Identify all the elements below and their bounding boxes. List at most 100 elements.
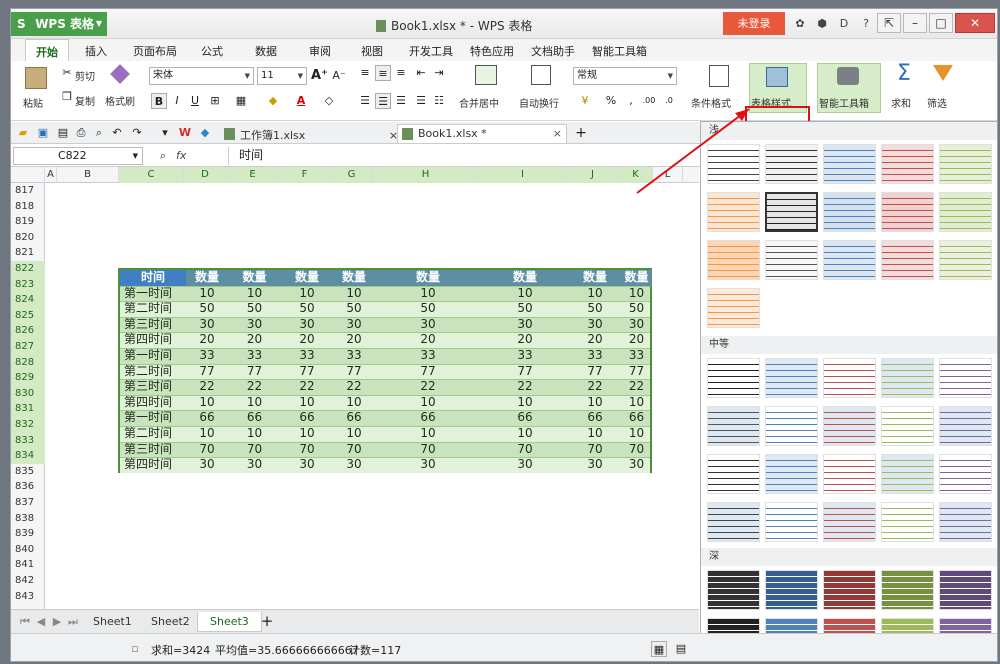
table-cell[interactable]: 22: [569, 379, 621, 395]
table-style-swatch[interactable]: [765, 358, 818, 398]
table-cell[interactable]: 77: [186, 364, 228, 380]
table-cell[interactable]: 10: [481, 395, 569, 411]
wrap-text-button[interactable]: 自动换行: [519, 95, 559, 110]
table-cell[interactable]: 10: [228, 286, 281, 302]
table-cell[interactable]: 70: [621, 442, 652, 458]
table-header-cell[interactable]: 数量: [481, 270, 569, 286]
align-left-icon[interactable]: ☰: [357, 93, 373, 109]
copy-icon[interactable]: ❐: [59, 89, 75, 105]
row-header[interactable]: 842: [11, 573, 45, 589]
minimize-button[interactable]: –: [903, 13, 927, 33]
table-style-swatch[interactable]: [707, 288, 760, 328]
normal-view-icon[interactable]: ▦: [651, 641, 667, 657]
row-header[interactable]: 826: [11, 323, 45, 339]
table-style-swatch[interactable]: [765, 570, 818, 610]
tab-data[interactable]: 数据: [255, 43, 277, 59]
table-style-swatch[interactable]: [881, 454, 934, 494]
border-icon[interactable]: ⊞: [207, 93, 223, 109]
paste-icon[interactable]: [25, 67, 47, 89]
column-header[interactable]: A: [45, 167, 57, 183]
table-style-swatch[interactable]: [939, 192, 992, 232]
table-style-swatch[interactable]: [939, 502, 992, 542]
format-painter-button[interactable]: 格式刷: [105, 93, 135, 108]
row-header[interactable]: 819: [11, 214, 45, 230]
table-cell[interactable]: 30: [569, 457, 621, 473]
paste-button[interactable]: 粘贴: [23, 95, 43, 110]
font-color-icon[interactable]: A: [293, 93, 309, 109]
table-style-swatch[interactable]: [939, 240, 992, 280]
table-cell[interactable]: 20: [569, 332, 621, 348]
table-style-swatch[interactable]: [881, 502, 934, 542]
table-cell[interactable]: 22: [333, 379, 375, 395]
table-style-swatch[interactable]: [823, 570, 876, 610]
cut-button[interactable]: 剪切: [75, 68, 95, 83]
table-style-swatch[interactable]: [765, 454, 818, 494]
table-cell[interactable]: 10: [228, 395, 281, 411]
table-cell[interactable]: 30: [621, 457, 652, 473]
table-cell[interactable]: 66: [481, 410, 569, 426]
tab-insert[interactable]: 插入: [85, 43, 107, 59]
table-cell[interactable]: 22: [621, 379, 652, 395]
table-style-swatch[interactable]: [823, 358, 876, 398]
restore-ribbon-button[interactable]: ⇱: [877, 13, 901, 33]
table-style-swatch[interactable]: [823, 502, 876, 542]
column-header[interactable]: I: [479, 167, 567, 183]
table-cell[interactable]: 66: [375, 410, 481, 426]
currency-icon[interactable]: ¥: [577, 93, 593, 109]
table-cell[interactable]: 20: [621, 332, 652, 348]
filter-button[interactable]: 筛选: [927, 95, 947, 110]
table-cell[interactable]: 10: [481, 426, 569, 442]
number-format-select[interactable]: 常规 ▼: [573, 67, 677, 85]
table-style-swatch[interactable]: [765, 192, 818, 232]
table-cell[interactable]: 20: [333, 332, 375, 348]
column-header[interactable]: H: [373, 167, 479, 183]
table-cell[interactable]: 10: [375, 426, 481, 442]
table-cell[interactable]: 10: [186, 286, 228, 302]
table-cell[interactable]: 30: [375, 317, 481, 333]
table-cell[interactable]: 第三时间: [120, 442, 186, 458]
clear-format-icon[interactable]: ◇: [321, 93, 337, 109]
table-cell[interactable]: 30: [228, 317, 281, 333]
sum-button[interactable]: 求和: [891, 95, 911, 110]
tab-review[interactable]: 审阅: [309, 43, 331, 59]
row-header[interactable]: 840: [11, 542, 45, 558]
row-header[interactable]: 833: [11, 432, 45, 449]
table-cell[interactable]: 22: [375, 379, 481, 395]
table-cell[interactable]: 50: [569, 301, 621, 317]
table-cell[interactable]: 30: [186, 317, 228, 333]
column-header[interactable]: C: [119, 167, 184, 183]
table-style-swatch[interactable]: [939, 406, 992, 446]
row-header[interactable]: 837: [11, 495, 45, 511]
table-cell[interactable]: 10: [375, 395, 481, 411]
table-style-swatch[interactable]: [765, 240, 818, 280]
table-header-cell[interactable]: 数量: [621, 270, 652, 286]
align-top-icon[interactable]: ≡: [357, 65, 373, 81]
row-header[interactable]: 831: [11, 401, 45, 417]
table-cell[interactable]: 10: [569, 426, 621, 442]
dropdown-icon[interactable]: ▾: [157, 125, 173, 141]
table-style-swatch[interactable]: [765, 406, 818, 446]
table-cell[interactable]: 10: [186, 395, 228, 411]
font-name-select[interactable]: 宋体 ▼: [149, 67, 254, 85]
table-cell[interactable]: 30: [481, 317, 569, 333]
column-header[interactable]: E: [227, 167, 279, 183]
table-style-swatch[interactable]: [939, 570, 992, 610]
column-header[interactable]: G: [331, 167, 373, 183]
table-cell[interactable]: 10: [333, 286, 375, 302]
table-cell[interactable]: 10: [281, 286, 333, 302]
sheet-tab[interactable]: Sheet2: [139, 612, 202, 632]
first-sheet-icon[interactable]: ⏮: [17, 614, 33, 630]
cut-icon[interactable]: ✂: [59, 65, 75, 81]
table-cell[interactable]: 77: [281, 364, 333, 380]
table-header-cell[interactable]: 数量: [228, 270, 281, 286]
table-cell[interactable]: 77: [569, 364, 621, 380]
table-cell[interactable]: 第四时间: [120, 395, 186, 411]
table-cell[interactable]: 50: [186, 301, 228, 317]
table-cell[interactable]: 10: [333, 395, 375, 411]
table-cell[interactable]: 10: [375, 286, 481, 302]
row-header[interactable]: 830: [11, 385, 45, 402]
table-cell[interactable]: 10: [569, 395, 621, 411]
table-style-swatch[interactable]: [881, 240, 934, 280]
conditional-format-icon[interactable]: [709, 65, 729, 87]
column-header[interactable]: K: [619, 167, 653, 183]
